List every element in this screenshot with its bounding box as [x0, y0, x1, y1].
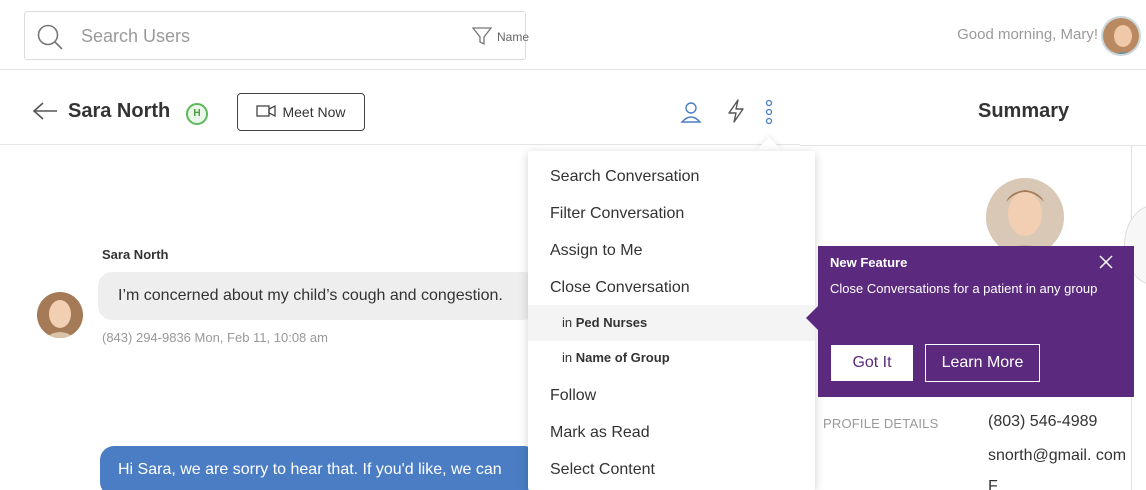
back-arrow-icon[interactable] — [32, 101, 58, 124]
learn-more-button[interactable]: Learn More — [925, 344, 1040, 382]
got-it-button[interactable]: Got It — [831, 345, 913, 381]
message-sender: Sara North — [102, 247, 169, 262]
menu-subitem-prefix: in — [562, 350, 576, 365]
greeting-text: Good morning, Mary! — [957, 26, 1098, 43]
menu-item-select-content[interactable]: Select Content — [528, 452, 815, 488]
sender-avatar — [37, 292, 83, 338]
profile-phone: (803) 546-4989 — [988, 413, 1098, 430]
outgoing-message: Hi Sara, we are sorry to hear that. If y… — [100, 446, 538, 490]
contact-name: Sara North — [68, 100, 171, 122]
filter-label[interactable]: Name — [497, 30, 529, 44]
profile-extra: F — [988, 478, 998, 490]
person-icon[interactable] — [680, 101, 702, 128]
tooltip-body: Close Conversations for a patient in any… — [830, 281, 1098, 296]
search-icon — [35, 22, 65, 57]
menu-item-assign-to-me[interactable]: Assign to Me — [528, 233, 815, 269]
summary-divider — [800, 145, 1146, 146]
tooltip-title: New Feature — [830, 255, 908, 270]
profile-email: snorth@gmail. com — [988, 447, 1127, 464]
menu-subitem-label: Name of Group — [575, 350, 670, 365]
menu-item-follow[interactable]: Follow — [528, 378, 815, 414]
menu-item-search-conversation[interactable]: Search Conversation — [528, 159, 815, 195]
top-bar: Search Users Name Good morning, Mary! — [0, 0, 1146, 70]
meet-now-button[interactable]: Meet Now — [237, 93, 365, 131]
profile-details-label: PROFILE DETAILS — [823, 416, 939, 431]
incoming-message: I’m concerned about my child’s cough and… — [98, 272, 538, 320]
filter-icon[interactable] — [471, 25, 493, 52]
search-input[interactable]: Search Users — [81, 26, 190, 47]
menu-subitem-label: Ped Nurses — [575, 315, 648, 330]
health-badge-icon: H — [186, 103, 208, 125]
message-meta: (843) 294-9836 Mon, Feb 11, 10:08 am — [102, 330, 328, 345]
summary-title: Summary — [978, 100, 1070, 122]
more-options-icon[interactable] — [764, 99, 774, 130]
menu-item-close-conversation[interactable]: Close Conversation — [528, 270, 815, 306]
user-avatar[interactable] — [1101, 16, 1141, 56]
lightning-icon[interactable] — [726, 99, 746, 128]
meet-now-label: Meet Now — [282, 104, 346, 120]
menu-subitem-name-of-group[interactable]: in Name of Group — [528, 340, 815, 376]
new-feature-tooltip: New Feature Close Conversations for a pa… — [818, 246, 1134, 397]
search-users-box[interactable]: Search Users Name — [24, 11, 529, 60]
close-icon[interactable] — [1098, 254, 1114, 273]
video-camera-icon — [256, 104, 277, 121]
menu-item-filter-conversation[interactable]: Filter Conversation — [528, 196, 815, 232]
menu-subitem-ped-nurses[interactable]: in Ped Nurses — [528, 305, 815, 341]
menu-subitem-prefix: in — [562, 315, 576, 330]
profile-avatar — [986, 178, 1064, 256]
menu-item-mark-as-read[interactable]: Mark as Read — [528, 415, 815, 451]
conversation-options-menu: Search Conversation Filter Conversation … — [528, 151, 815, 490]
